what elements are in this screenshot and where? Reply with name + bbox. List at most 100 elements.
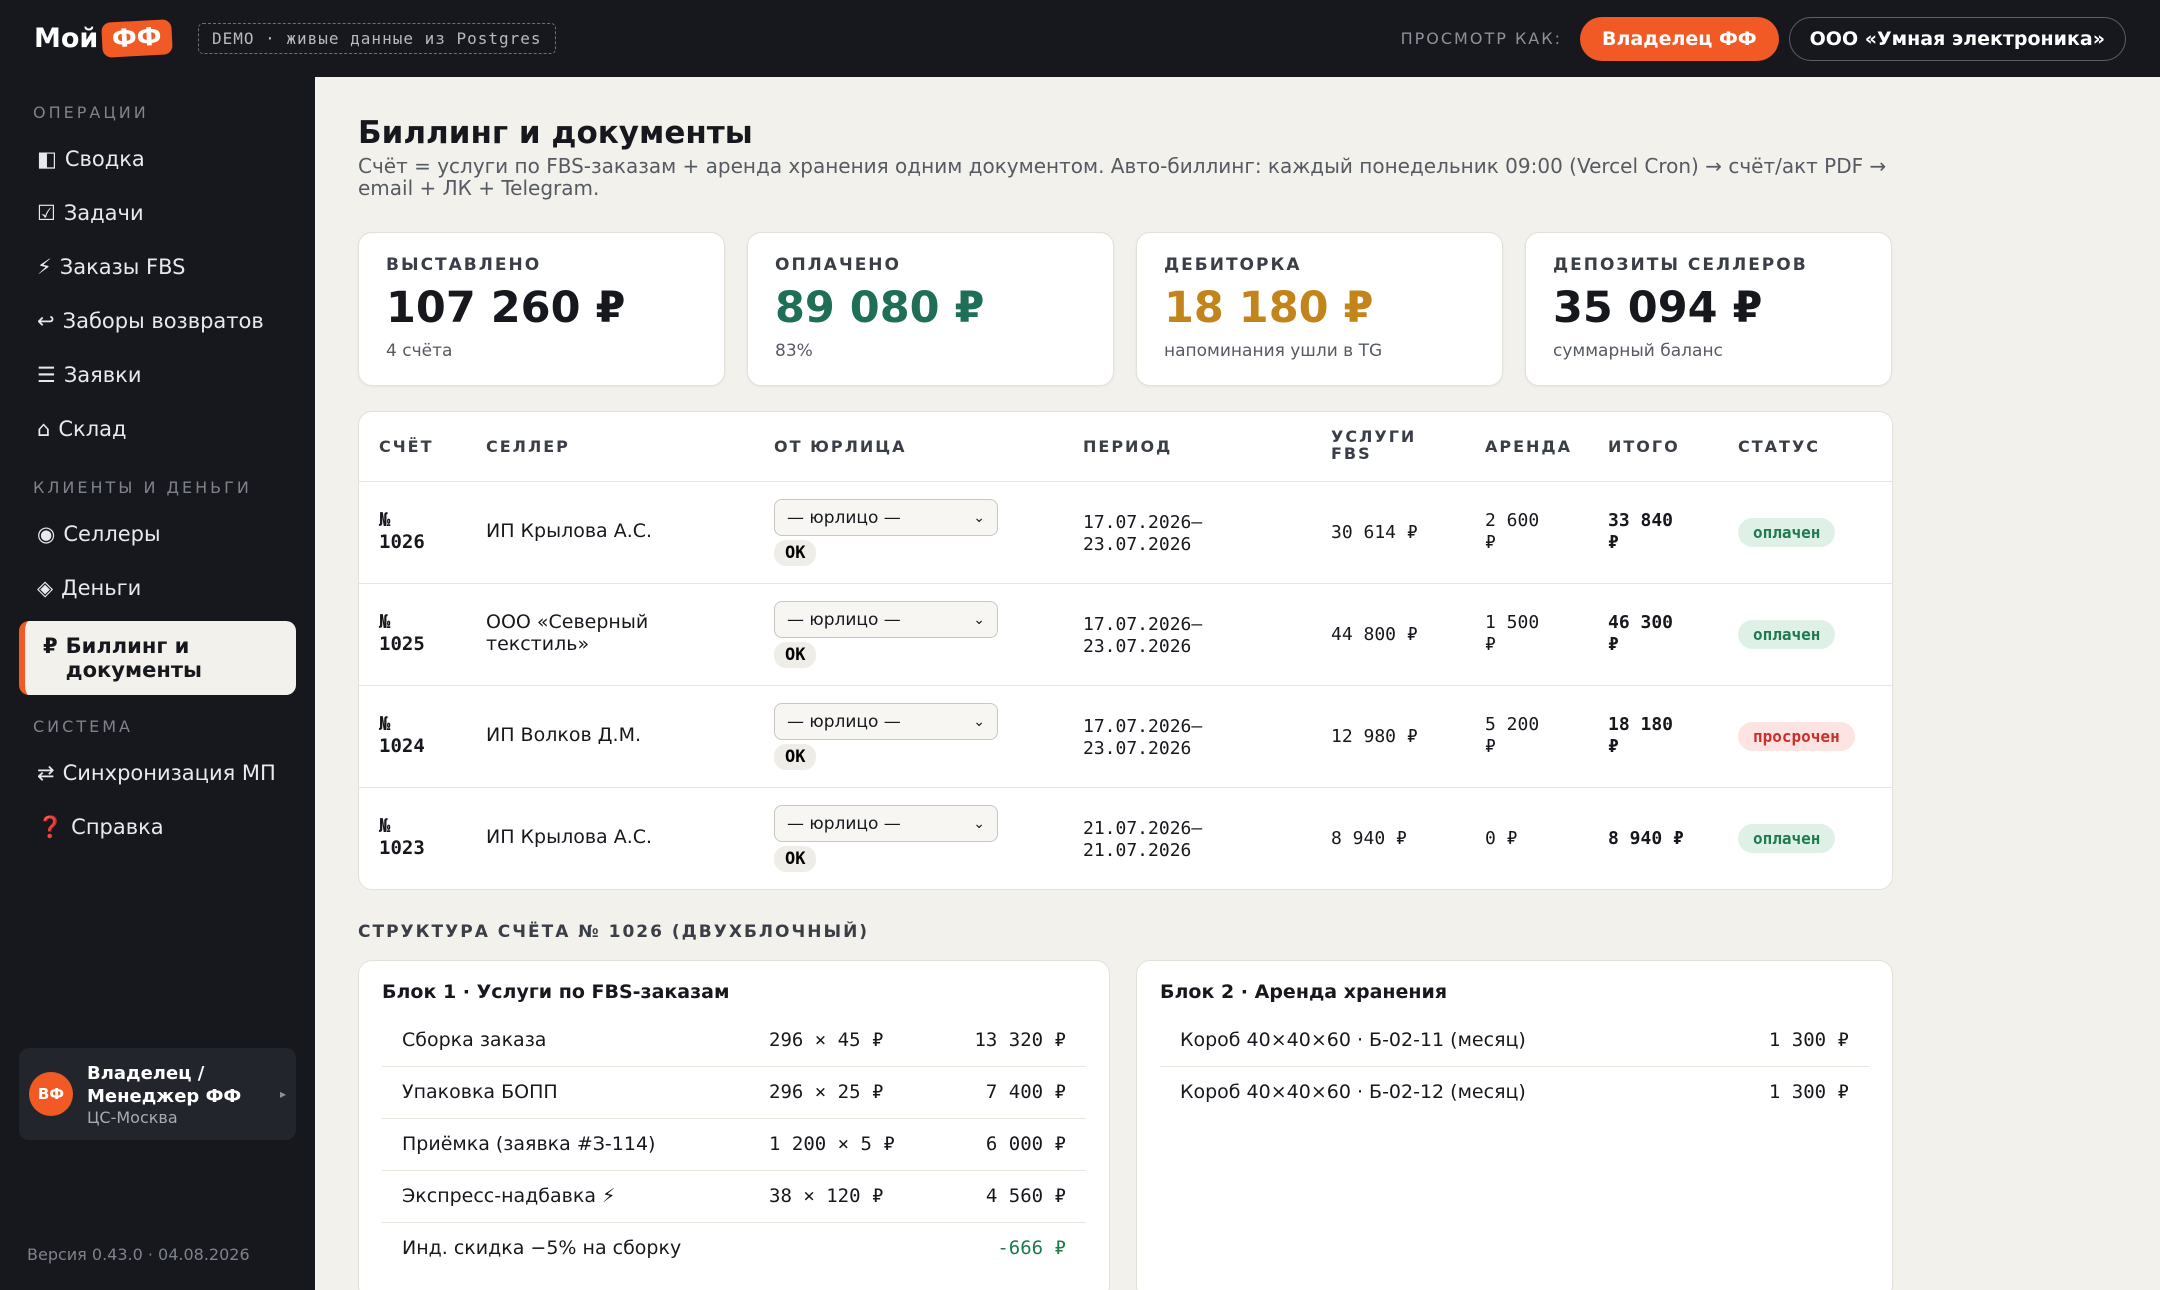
kpi-label: ОПЛАЧЕНО — [775, 255, 901, 275]
th-fbs-line2: FBS — [1331, 444, 1372, 463]
sidebar-item-sellers[interactable]: ◉ Селлеры — [19, 507, 296, 561]
sidebar-item-label: Синхронизация МП — [62, 761, 276, 785]
ok-button[interactable]: OK — [774, 540, 817, 566]
invoice-number[interactable]: № 1024 — [379, 713, 425, 757]
select-value: — юрлицо — — [787, 813, 901, 834]
line-name: Упаковка БОПП — [402, 1081, 558, 1103]
block-title: Блок 1 · Услуги по FBS-заказам — [382, 981, 730, 1003]
invoice-number[interactable]: № 1026 — [379, 509, 425, 553]
period-to: 23.07.2026 — [1083, 738, 1192, 759]
period-to: 23.07.2026 — [1083, 636, 1192, 657]
table-row[interactable]: № 1025 ООО «Северный текстиль» — юрлицо —… — [359, 584, 1892, 686]
total-amount: 33 840 ₽ — [1608, 510, 1673, 554]
list-item: Инд. скидка −5% на сборку -666 ₽ — [382, 1223, 1086, 1275]
line-sum: 13 320 ₽ — [974, 1029, 1066, 1051]
rent-currency: ₽ — [1485, 532, 1496, 553]
sidebar-item-sync[interactable]: ⇄ Синхронизация МП — [19, 746, 296, 800]
list-item: Упаковка БОПП 296 × 25 ₽ 7 400 ₽ — [382, 1067, 1086, 1119]
ok-button[interactable]: OK — [774, 744, 817, 770]
fbs-amount: 8 940 ₽ — [1331, 828, 1407, 849]
number-prefix: № — [379, 509, 391, 531]
legal-entity-select[interactable]: — юрлицо — ⌄ — [774, 601, 998, 638]
sidebar-item-label: Склад — [58, 417, 127, 441]
sidebar-item-fbs-orders[interactable]: ⚡ Заказы FBS — [19, 240, 296, 294]
chevron-down-icon: ⌄ — [973, 815, 985, 832]
sidebar-item-help[interactable]: ❓ Справка — [19, 800, 296, 854]
total-value: 33 840 — [1608, 510, 1674, 531]
period-to: 21.07.2026 — [1083, 840, 1192, 861]
table-row[interactable]: № 1024 ИП Волков Д.М. — юрлицо — ⌄ OK 17.0… — [359, 686, 1892, 788]
status-badge: оплачен — [1738, 824, 1836, 853]
kpi-value: 107 260 ₽ — [386, 283, 626, 333]
th-rent: АРЕНДА — [1485, 437, 1573, 456]
sidebar-item-billing[interactable]: ₽ Биллинг и документы — [19, 621, 296, 695]
line-sum: 7 400 ₽ — [985, 1081, 1066, 1103]
line-name: Короб 40×40×60 · Б-02-11 (месяц) — [1180, 1029, 1526, 1051]
summary-icon: ◧ — [37, 147, 57, 171]
list-item: Короб 40×40×60 · Б-02-12 (месяц) 1 300 ₽ — [1160, 1067, 1869, 1119]
period-from: 17.07.2026– — [1083, 512, 1203, 533]
ok-button[interactable]: OK — [774, 642, 817, 668]
invoices-table: СЧЁТ СЕЛЛЕР ОТ ЮРЛИЦА ПЕРИОД УСЛУГИ FBS А… — [358, 411, 1893, 890]
line-sum: 1 300 ₽ — [1768, 1029, 1849, 1051]
page-title: Биллинг и документы — [358, 115, 753, 151]
line-name: Приёмка (заявка #З-114) — [402, 1133, 656, 1155]
user-card[interactable]: ВФ Владелец / Менеджер ФФ ЦС-Москва ▸ — [19, 1048, 296, 1140]
line-sum: -666 ₽ — [997, 1237, 1066, 1259]
legal-entity-select[interactable]: — юрлицо — ⌄ — [774, 703, 998, 740]
legal-entity-select[interactable]: — юрлицо — ⌄ — [774, 805, 998, 842]
sidebar-item-label: Заявки — [63, 363, 142, 387]
sync-icon: ⇄ — [37, 761, 55, 785]
rent-value: 0 ₽ — [1485, 828, 1518, 849]
sidebar-item-warehouse[interactable]: ⌂ Склад — [19, 402, 296, 456]
rent-amount: 5 200 ₽ — [1485, 714, 1539, 758]
list-item: Короб 40×40×60 · Б-02-11 (месяц) 1 300 ₽ — [1160, 1015, 1869, 1067]
kpi-paid: ОПЛАЧЕНО 89 080 ₽ 83% — [747, 232, 1114, 386]
user-location: ЦС-Москва — [87, 1107, 178, 1127]
status-badge: оплачен — [1738, 518, 1836, 547]
period-from: 17.07.2026– — [1083, 716, 1203, 737]
kpi-row: ВЫСТАВЛЕНО 107 260 ₽ 4 счёта ОПЛАЧЕНО 89… — [358, 232, 1892, 386]
th-invoice: СЧЁТ — [379, 437, 434, 456]
line-name: Короб 40×40×60 · Б-02-12 (месяц) — [1180, 1081, 1526, 1103]
logo[interactable]: Мой ФФ — [34, 19, 173, 58]
select-value: — юрлицо — — [787, 609, 901, 630]
line-name: Сборка заказа — [402, 1029, 547, 1051]
invoice-number[interactable]: № 1025 — [379, 611, 425, 655]
total-value: 18 180 — [1608, 714, 1674, 735]
logo-badge: ФФ — [101, 19, 173, 58]
role-owner-button[interactable]: Владелец ФФ — [1580, 16, 1779, 61]
number-prefix: № — [379, 815, 391, 837]
sidebar-item-label: Справка — [71, 815, 164, 839]
kpi-value: 18 180 ₽ — [1164, 283, 1374, 333]
kpi-sub: суммарный баланс — [1553, 341, 1723, 361]
checkbox-icon: ☑ — [37, 201, 56, 225]
total-currency: ₽ — [1608, 532, 1619, 553]
sidebar-item-summary[interactable]: ◧ Сводка — [19, 132, 296, 186]
sidebar-item-requests[interactable]: ☰ Заявки — [19, 348, 296, 402]
sidebar-item-returns[interactable]: ↩ Заборы возвратов — [19, 294, 296, 348]
total-amount: 8 940 ₽ — [1608, 828, 1684, 850]
sidebar-item-tasks[interactable]: ☑ Задачи — [19, 186, 296, 240]
sidebar-item-label: Заказы FBS — [59, 255, 186, 279]
table-row[interactable]: № 1023 ИП Крылова А.С. — юрлицо — ⌄ OK 21.… — [359, 788, 1892, 889]
legal-entity-select[interactable]: — юрлицо — ⌄ — [774, 499, 998, 536]
org-button[interactable]: ООО «Умная электроника» — [1788, 16, 2126, 61]
rent-currency: ₽ — [1485, 634, 1496, 655]
line-qty: 38 × 120 ₽ — [769, 1185, 884, 1207]
lightning-icon: ⚡ — [37, 255, 52, 279]
rent-amount: 0 ₽ — [1485, 828, 1518, 850]
invoice-number[interactable]: № 1023 — [379, 815, 425, 859]
section-label-operations: ОПЕРАЦИИ — [33, 103, 149, 122]
ok-button[interactable]: OK — [774, 846, 817, 872]
return-arrow-icon: ↩ — [37, 309, 55, 333]
table-row[interactable]: № 1026 ИП Крылова А.С. — юрлицо — ⌄ OK 17.… — [359, 482, 1892, 584]
sidebar-item-money[interactable]: ◈ Деньги — [19, 561, 296, 615]
rent-currency: ₽ — [1485, 736, 1496, 757]
status-badge: оплачен — [1738, 620, 1836, 649]
period: 17.07.2026– 23.07.2026 — [1083, 614, 1202, 658]
rent-amount: 2 600 ₽ — [1485, 510, 1539, 554]
period-from: 17.07.2026– — [1083, 614, 1203, 635]
fbs-amount: 30 614 ₽ — [1331, 522, 1418, 543]
number-value: 1026 — [379, 531, 425, 553]
